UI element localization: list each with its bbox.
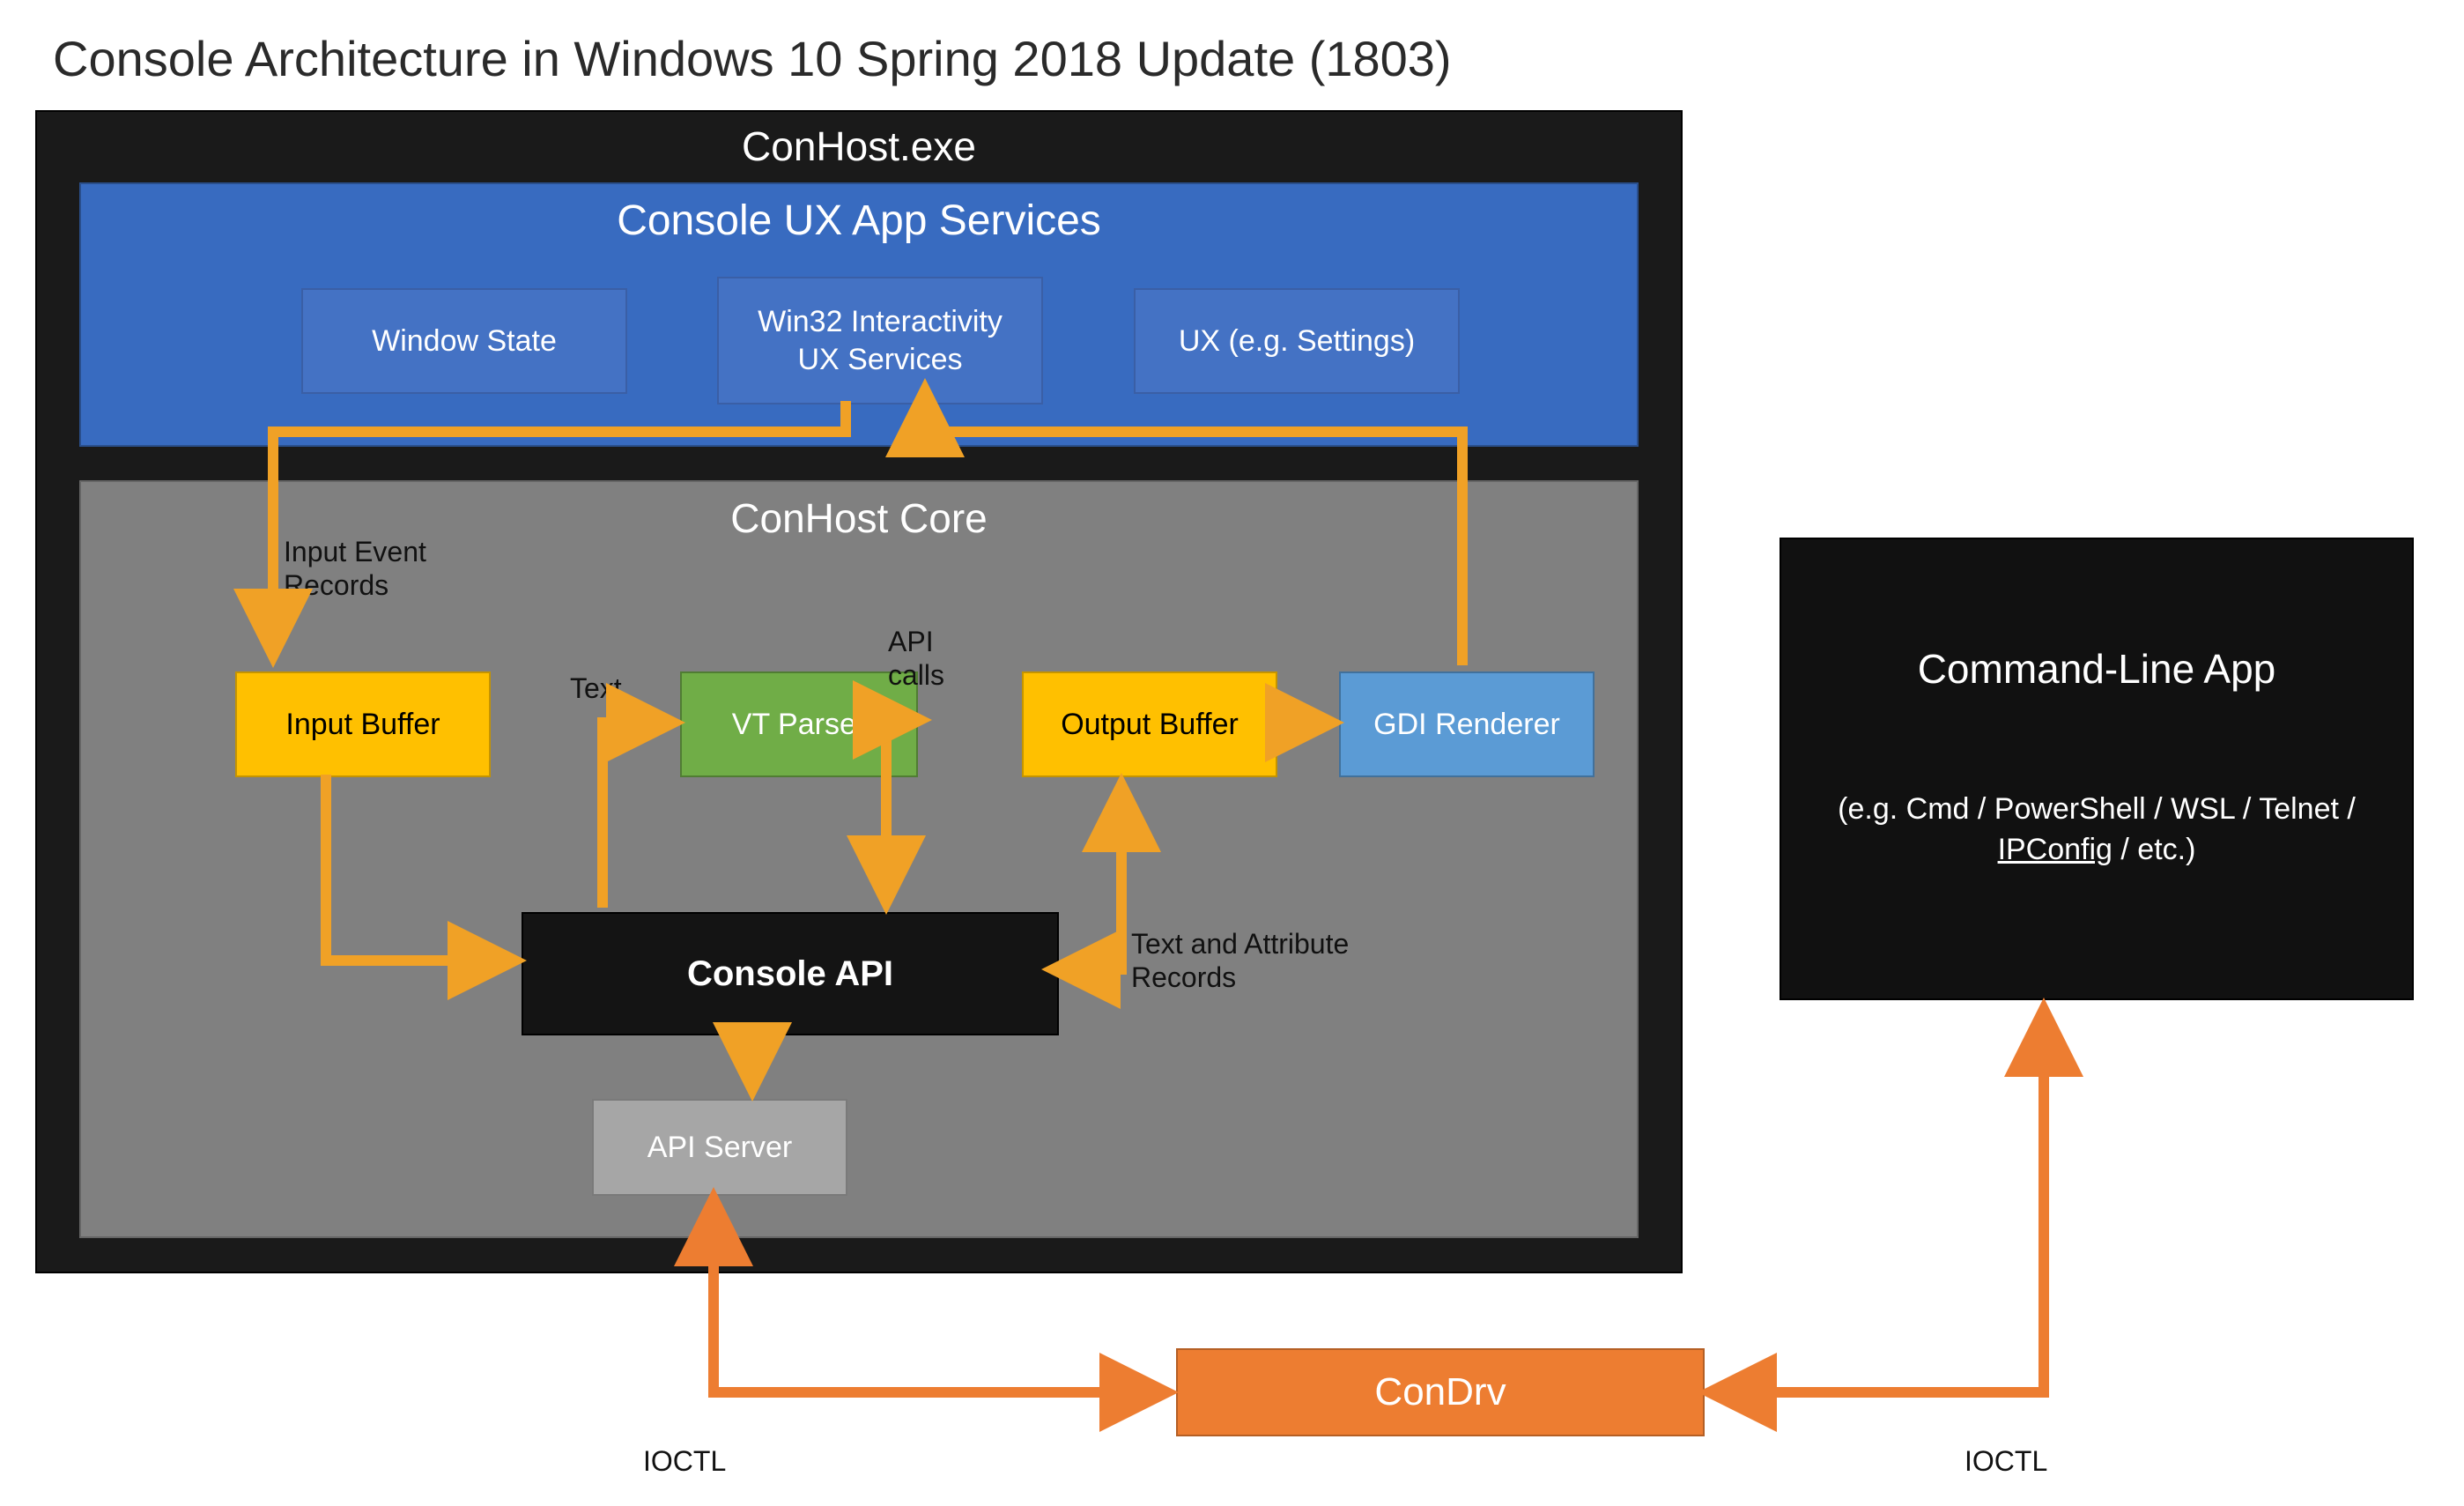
input-event-records-label: Input Event Records (284, 535, 513, 603)
arrow-condrv-to-cli (1713, 1013, 2044, 1392)
diagram-title: Console Architecture in Windows 10 Sprin… (53, 30, 1452, 87)
conhost-label: ConHost.exe (37, 122, 1681, 170)
window-state-label: Window State (372, 324, 557, 359)
command-line-app-box: Command-Line App (e.g. Cmd / PowerShell … (1780, 538, 2414, 1000)
api-server-box: API Server (592, 1099, 847, 1196)
condrv-label: ConDrv (1374, 1370, 1506, 1414)
text-label: Text (570, 671, 622, 705)
win32-interactivity-label: Win32 Interactivity UX Services (736, 303, 1024, 378)
gdi-renderer-box: GDI Renderer (1339, 671, 1595, 777)
ux-services-title: Console UX App Services (81, 197, 1637, 245)
conhost-core-container: ConHost Core Input Buffer VT Parser Outp… (79, 480, 1639, 1238)
gdi-renderer-label: GDI Renderer (1373, 708, 1560, 742)
ux-settings-box: UX (e.g. Settings) (1134, 288, 1460, 394)
ux-services-container: Console UX App Services Window State Win… (79, 182, 1639, 447)
cli-subtitle-pre: (e.g. Cmd / PowerShell / WSL / Telnet / (1838, 792, 2356, 826)
cli-subtitle: (e.g. Cmd / PowerShell / WSL / Telnet / … (1781, 790, 2412, 871)
win32-interactivity-box: Win32 Interactivity UX Services (717, 277, 1043, 404)
window-state-box: Window State (301, 288, 627, 394)
input-buffer-box: Input Buffer (235, 671, 491, 777)
vt-parser-box: VT Parser (680, 671, 918, 777)
console-api-label: Console API (687, 954, 893, 994)
console-api-box: Console API (522, 912, 1059, 1035)
input-buffer-label: Input Buffer (285, 708, 440, 742)
conhost-container: ConHost.exe Console UX App Services Wind… (35, 110, 1683, 1273)
ioctl-label-left: IOCTL (643, 1445, 726, 1478)
cli-title: Command-Line App (1918, 645, 2276, 693)
api-server-label: API Server (647, 1131, 792, 1165)
output-buffer-label: Output Buffer (1061, 708, 1239, 742)
ioctl-label-right: IOCTL (1965, 1445, 2047, 1478)
output-buffer-box: Output Buffer (1022, 671, 1277, 777)
api-calls-label: API calls (888, 625, 994, 693)
cli-subtitle-link: IPConfig (1998, 833, 2113, 866)
condrv-box: ConDrv (1176, 1348, 1705, 1436)
text-attr-records-label: Text and Attribute Records (1131, 927, 1422, 995)
ux-settings-label: UX (e.g. Settings) (1179, 324, 1415, 359)
vt-parser-label: VT Parser (732, 708, 866, 742)
cli-subtitle-post: / etc.) (2113, 833, 2195, 866)
